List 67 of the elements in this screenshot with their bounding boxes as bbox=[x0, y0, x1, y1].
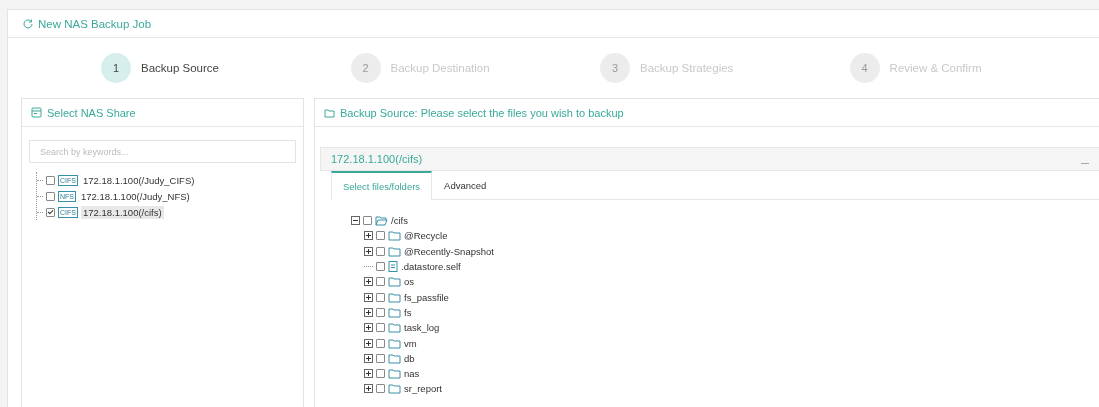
folder-icon bbox=[324, 107, 335, 118]
expand-icon[interactable] bbox=[364, 353, 373, 363]
folder-icon bbox=[388, 322, 401, 334]
expand-icon[interactable] bbox=[364, 338, 373, 348]
checkbox[interactable] bbox=[376, 353, 385, 363]
tree-item[interactable]: fs bbox=[404, 306, 412, 318]
tree-item[interactable]: /cifs bbox=[391, 215, 408, 227]
checkbox[interactable] bbox=[46, 175, 55, 185]
expand-icon[interactable] bbox=[364, 292, 373, 302]
file-icon bbox=[388, 261, 398, 273]
expand-icon[interactable] bbox=[364, 277, 373, 287]
folder-icon bbox=[388, 276, 401, 288]
folder-icon bbox=[388, 368, 401, 380]
folder-icon bbox=[388, 352, 401, 364]
step-number: 1 bbox=[101, 53, 131, 83]
expand-icon[interactable] bbox=[364, 323, 373, 333]
checkbox[interactable] bbox=[376, 338, 385, 348]
checkbox[interactable] bbox=[376, 369, 385, 379]
expand-icon[interactable] bbox=[364, 369, 373, 379]
folder-icon bbox=[388, 291, 401, 303]
checkbox[interactable] bbox=[363, 216, 372, 226]
checkbox[interactable] bbox=[46, 191, 55, 201]
share-item[interactable]: 172.18.1.100(/cifs) bbox=[80, 205, 164, 219]
folder-icon bbox=[375, 215, 388, 227]
refresh-icon bbox=[22, 17, 34, 30]
tree-item[interactable]: os bbox=[404, 276, 415, 288]
checkbox[interactable] bbox=[376, 262, 385, 272]
checkbox[interactable] bbox=[376, 246, 385, 256]
tree-item[interactable]: @Recently-Snapshot bbox=[404, 245, 494, 257]
tree-item[interactable]: .datastore.self bbox=[401, 261, 461, 273]
tree-item[interactable]: task_log bbox=[404, 322, 440, 334]
expand-icon[interactable] bbox=[364, 246, 373, 256]
checkbox[interactable] bbox=[376, 323, 385, 333]
tree-item[interactable]: db bbox=[404, 352, 415, 364]
share-item[interactable]: 172.18.1.100(/Judy_CIFS) bbox=[80, 173, 197, 187]
tab[interactable]: Advanced bbox=[432, 171, 499, 199]
checkbox[interactable] bbox=[376, 307, 385, 317]
checkbox[interactable] bbox=[376, 231, 385, 241]
step-number: 3 bbox=[600, 53, 630, 83]
search-field[interactable]: Search by keywords... bbox=[29, 140, 296, 163]
tree-item[interactable]: nas bbox=[404, 368, 420, 380]
share-icon bbox=[31, 107, 42, 118]
expand-icon[interactable] bbox=[364, 231, 373, 241]
tree-item[interactable]: sr_report bbox=[404, 383, 442, 395]
expand-icon[interactable] bbox=[364, 307, 373, 317]
panel-title: Select NAS Share bbox=[47, 106, 136, 119]
panel-title: Backup Source: Please select the files you wish to backup bbox=[340, 106, 624, 119]
step-number: 4 bbox=[849, 53, 880, 83]
folder-icon bbox=[388, 245, 401, 257]
folder-icon bbox=[388, 306, 401, 318]
window-title: New NAS Backup Job bbox=[38, 17, 152, 30]
checkbox[interactable] bbox=[376, 277, 385, 287]
share-title: 172.18.1.100(/cifs) bbox=[331, 153, 423, 165]
folder-icon bbox=[388, 337, 401, 349]
checkbox[interactable] bbox=[376, 384, 385, 394]
folder-icon bbox=[388, 383, 401, 395]
share-item[interactable]: 172.18.1.100(/Judy_NFS) bbox=[79, 189, 192, 203]
tree-item[interactable]: fs_passfile bbox=[404, 291, 449, 303]
toggle-icon[interactable] bbox=[351, 216, 360, 226]
step-number: 2 bbox=[350, 53, 381, 83]
checkbox[interactable] bbox=[46, 207, 55, 217]
expand-icon[interactable] bbox=[364, 384, 373, 394]
folder-icon bbox=[388, 230, 401, 242]
checkbox[interactable] bbox=[376, 292, 385, 302]
step-label[interactable]: Backup Source bbox=[141, 62, 219, 74]
tree-item[interactable]: @Recycle bbox=[404, 230, 448, 242]
tree-item[interactable]: vm bbox=[404, 337, 417, 349]
